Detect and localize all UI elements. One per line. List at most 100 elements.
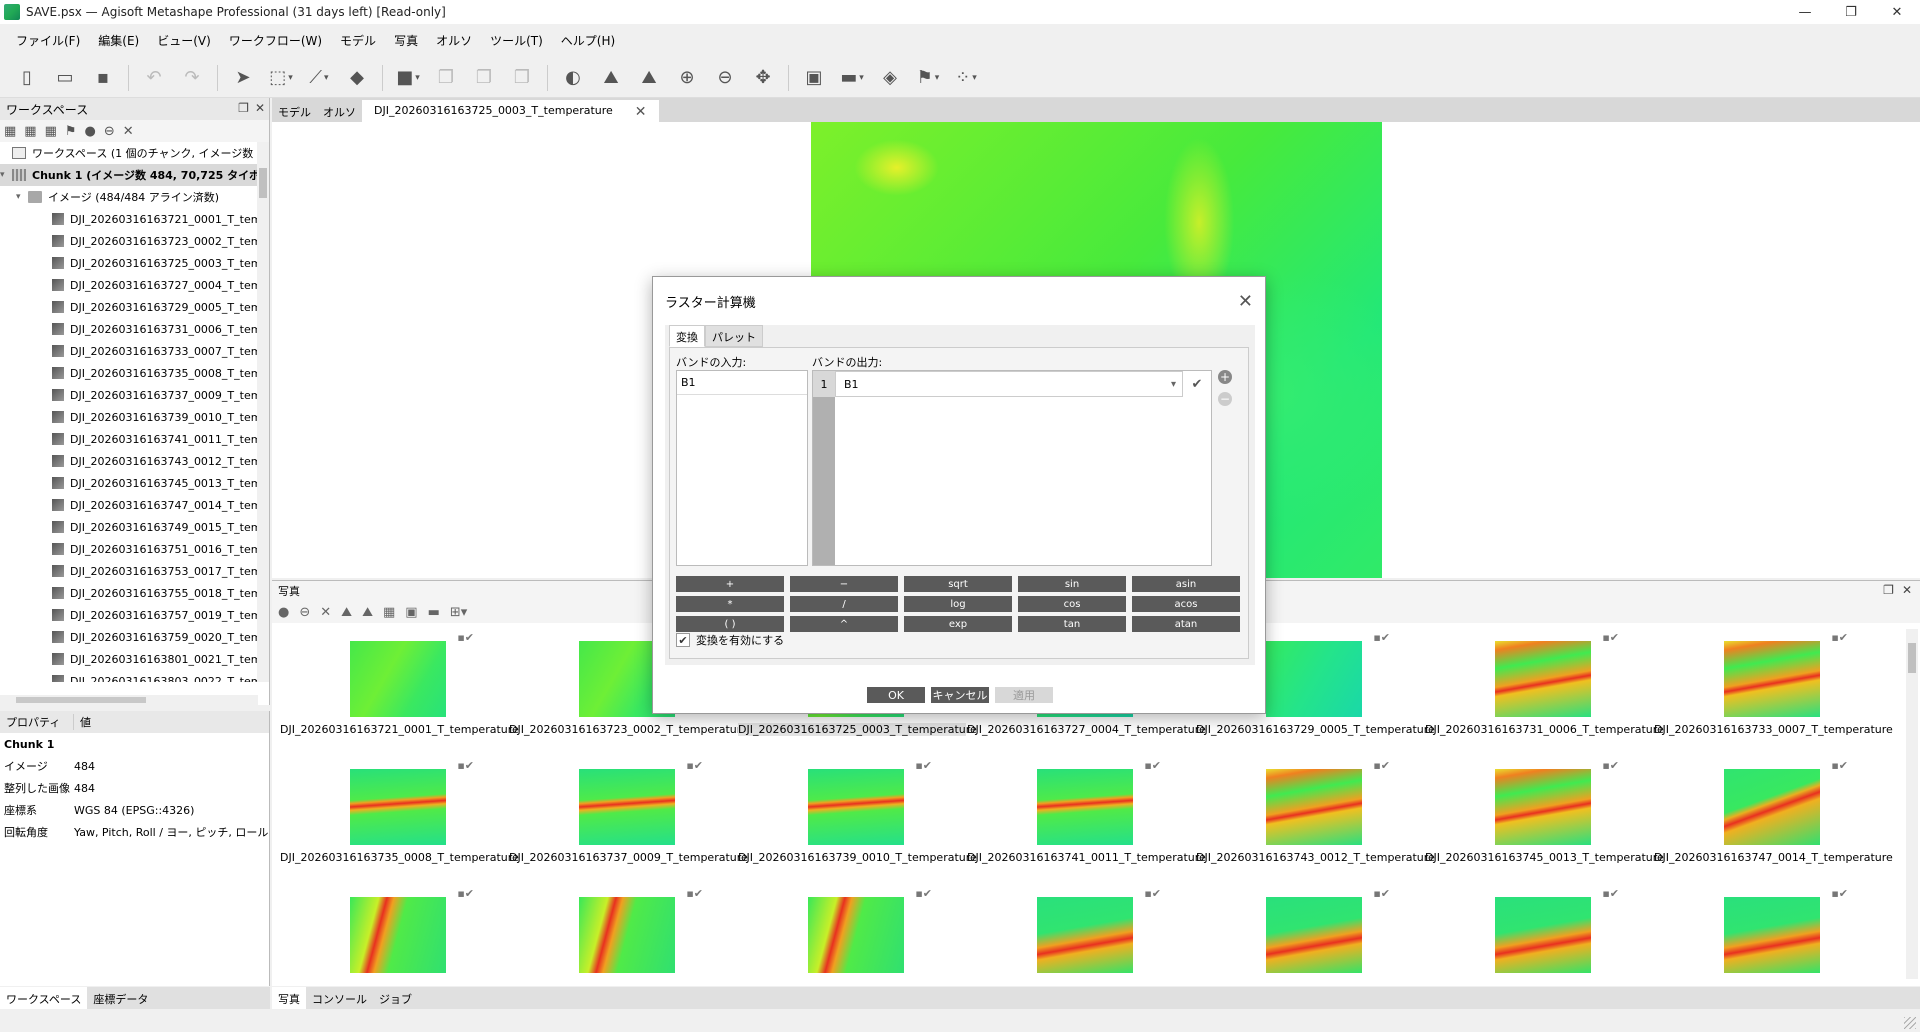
add-band-icon[interactable]: +: [1218, 370, 1232, 384]
tree-image-item[interactable]: DJI_20260316163727_0004_T_tem: [0, 274, 269, 296]
layer2-icon[interactable]: ❐: [469, 63, 499, 93]
add-photos-icon[interactable]: ▦: [24, 124, 36, 139]
layer3-icon[interactable]: ❐: [507, 63, 537, 93]
menu-edit[interactable]: 編集(E): [92, 32, 151, 49]
tree-image-item[interactable]: DJI_20260316163759_0020_T_tem: [0, 626, 269, 648]
operator-button[interactable]: /: [790, 596, 898, 612]
tree-image-item[interactable]: DJI_20260316163737_0009_T_tem: [0, 384, 269, 406]
ok-button[interactable]: OK: [867, 687, 925, 703]
ridge2-icon[interactable]: ⛰: [634, 63, 664, 93]
photo-thumbnail-image[interactable]: [350, 641, 446, 717]
rotate-right-icon[interactable]: ⛰: [362, 605, 373, 620]
operator-button[interactable]: asin: [1132, 576, 1240, 592]
minimize-button[interactable]: —: [1782, 0, 1828, 24]
fit-view-icon[interactable]: ✥: [748, 63, 778, 93]
photo-thumbnail-image[interactable]: [1266, 769, 1362, 845]
ruler-icon[interactable]: ⟋: [304, 63, 334, 93]
contrast-icon[interactable]: ◐: [558, 63, 588, 93]
photo-thumbnail-image[interactable]: [1495, 897, 1591, 973]
operator-button[interactable]: exp: [904, 616, 1012, 632]
camera-icon[interactable]: ▬: [837, 63, 867, 93]
photo-thumbnail-card[interactable]: ▪✔ DJI_20260316163737_0009_T_temperature: [509, 753, 748, 881]
undo-icon[interactable]: ↶: [139, 63, 169, 93]
operator-button[interactable]: −: [790, 576, 898, 592]
photo-thumbnail-card[interactable]: ▪✔: [509, 881, 737, 987]
operator-button[interactable]: cos: [1018, 596, 1126, 612]
disable-icon[interactable]: ⊖: [299, 605, 310, 620]
tab-ortho[interactable]: オルソ: [317, 100, 362, 122]
add-marker-icon[interactable]: ⚑: [65, 124, 77, 139]
tree-image-item[interactable]: DJI_20260316163739_0010_T_tem: [0, 406, 269, 428]
band-output-table[interactable]: 1 B1 ✔: [812, 370, 1212, 566]
tree-root[interactable]: ワークスペース (1 個のチャンク, イメージ数 484): [0, 142, 269, 164]
tab-photo-view[interactable]: DJI_20260316163725_0003_T_temperature ✕: [362, 100, 659, 122]
photo-thumbnail-card[interactable]: ▪✔ DJI_20260316163733_0007_T_temperature: [1654, 625, 1893, 753]
open-folder-icon[interactable]: ▭: [50, 63, 80, 93]
menu-view[interactable]: ビュー(V): [151, 32, 223, 49]
photo-thumbnail-image[interactable]: [1724, 897, 1820, 973]
tree-image-item[interactable]: DJI_20260316163733_0007_T_tem: [0, 340, 269, 362]
remove-band-icon[interactable]: −: [1218, 392, 1232, 406]
tree-image-item[interactable]: DJI_20260316163725_0003_T_tem: [0, 252, 269, 274]
operator-button[interactable]: +: [676, 576, 784, 592]
apply-button[interactable]: 適用: [995, 687, 1053, 703]
tab-model[interactable]: モデル: [272, 100, 317, 122]
operator-button[interactable]: ^: [790, 616, 898, 632]
tree-image-item[interactable]: DJI_20260316163753_0017_T_tem: [0, 560, 269, 582]
tree-images-folder[interactable]: ▾ イメージ (484/484 アライン済数): [0, 186, 269, 208]
tree-hscrollbar[interactable]: [0, 695, 258, 705]
resize-grip-icon[interactable]: [1904, 1017, 1916, 1029]
photo-thumbnail-card[interactable]: ▪✔ DJI_20260316163735_0008_T_temperature: [280, 753, 519, 881]
enable-icon[interactable]: ●: [85, 124, 96, 139]
photo-thumbnail-image[interactable]: [350, 897, 446, 973]
photo-thumbnail-card[interactable]: ▪✔: [1425, 881, 1653, 987]
rotate-left-icon[interactable]: ⛰: [341, 605, 352, 620]
redo-icon[interactable]: ↷: [177, 63, 207, 93]
operator-button[interactable]: log: [904, 596, 1012, 612]
tree-image-item[interactable]: DJI_20260316163745_0013_T_tem: [0, 472, 269, 494]
photo-thumbnail-card[interactable]: ▪✔ DJI_20260316163743_0012_T_temperature: [1196, 753, 1435, 881]
photo-thumbnail-image[interactable]: [1495, 769, 1591, 845]
photo-thumbnail-card[interactable]: ▪✔: [1196, 881, 1424, 987]
remove-icon[interactable]: ✕: [123, 124, 134, 139]
diamond-icon[interactable]: ◈: [875, 63, 905, 93]
tree-image-item[interactable]: DJI_20260316163803_0022_T_tem: [0, 670, 269, 682]
close-window-button[interactable]: ✕: [1874, 0, 1920, 24]
flag-icon[interactable]: ⚑: [913, 63, 943, 93]
photo-thumbnail-image[interactable]: [579, 769, 675, 845]
photo-thumbnail-card[interactable]: ▪✔: [738, 881, 966, 987]
camera-icon[interactable]: ▬: [428, 605, 440, 620]
tree-image-item[interactable]: DJI_20260316163743_0012_T_tem: [0, 450, 269, 472]
eraser-icon[interactable]: ◆: [342, 63, 372, 93]
tree-image-item[interactable]: DJI_20260316163723_0002_T_tem: [0, 230, 269, 252]
tree-image-item[interactable]: DJI_20260316163751_0016_T_tem: [0, 538, 269, 560]
collapse-arrow-icon[interactable]: ▾: [16, 192, 28, 202]
tab-console[interactable]: コンソール: [306, 987, 373, 1009]
photo-thumbnail-card[interactable]: ▪✔ DJI_20260316163741_0011_T_temperature: [967, 753, 1206, 881]
photo-thumbnail-card[interactable]: ▪✔: [967, 881, 1195, 987]
pointer-icon[interactable]: ➤: [228, 63, 258, 93]
mask-icon[interactable]: ▣: [405, 605, 417, 620]
operator-button[interactable]: tan: [1018, 616, 1126, 632]
operator-button[interactable]: sqrt: [904, 576, 1012, 592]
tab-workspace[interactable]: ワークスペース: [0, 987, 88, 1009]
tree-chunk[interactable]: ▾ Chunk 1 (イメージ数 484, 70,725 タイポイン: [0, 164, 269, 186]
tree-image-item[interactable]: DJI_20260316163757_0019_T_tem: [0, 604, 269, 626]
tree-image-item[interactable]: DJI_20260316163747_0014_T_tem: [0, 494, 269, 516]
operator-button[interactable]: acos: [1132, 596, 1240, 612]
remove-icon[interactable]: ✕: [320, 605, 331, 620]
tree-image-item[interactable]: DJI_20260316163749_0015_T_tem: [0, 516, 269, 538]
photo-thumbnail-image[interactable]: [1037, 897, 1133, 973]
tree-image-item[interactable]: DJI_20260316163735_0008_T_tem: [0, 362, 269, 384]
band-input-list[interactable]: B1: [676, 370, 808, 566]
ridge-icon[interactable]: ⛰: [596, 63, 626, 93]
photo-thumbnail-image[interactable]: [808, 769, 904, 845]
photo-thumbnail-image[interactable]: [1724, 769, 1820, 845]
disable-icon[interactable]: ⊖: [104, 124, 115, 139]
mask-icon[interactable]: ▣: [799, 63, 829, 93]
photos-scrollbar[interactable]: [1906, 629, 1918, 979]
tab-transform[interactable]: 変換: [669, 325, 705, 347]
photo-thumbnail-image[interactable]: [1495, 641, 1591, 717]
photo-thumbnail-card[interactable]: ▪✔ DJI_20260316163731_0006_T_temperature: [1425, 625, 1664, 753]
zoom-in-icon[interactable]: ⊕: [672, 63, 702, 93]
